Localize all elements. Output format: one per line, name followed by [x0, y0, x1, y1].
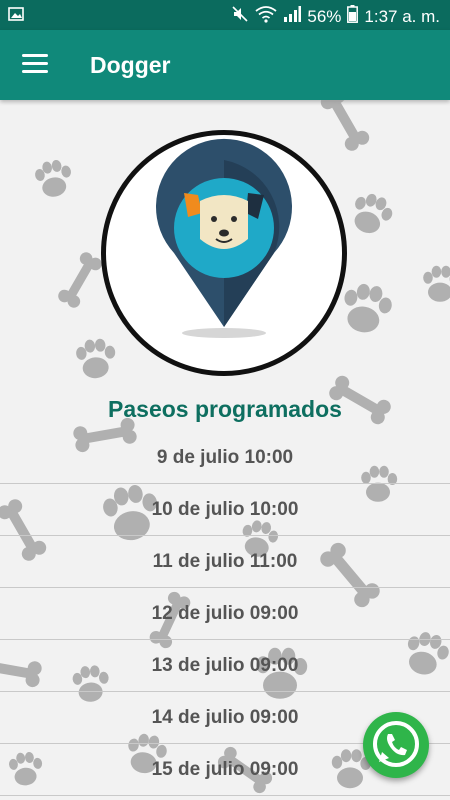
- battery-icon: [347, 5, 359, 28]
- wifi-icon: [255, 5, 277, 28]
- menu-icon[interactable]: [22, 54, 48, 76]
- walk-date: 15 de julio 09:00: [151, 758, 299, 780]
- clock: 1:37 a. m.: [364, 6, 440, 26]
- walk-date: 10 de julio 10:00: [151, 498, 299, 520]
- walk-date: 14 de julio 09:00: [151, 706, 299, 728]
- image-icon: [8, 6, 24, 27]
- scheduled-walks-title: Paseos programados: [108, 396, 342, 422]
- whatsapp-icon: [373, 721, 419, 767]
- mute-icon: [231, 5, 249, 28]
- dog-location-pin-logo: [156, 138, 292, 338]
- battery-percent: 56%: [307, 6, 342, 26]
- walk-list-item[interactable]: 13 de julio 09:00: [0, 640, 450, 692]
- app-bar: Dogger: [0, 30, 450, 100]
- signal-icon: [283, 6, 302, 27]
- status-bar: 56% 1:37 a. m.: [0, 0, 450, 30]
- walk-list-item[interactable]: 9 de julio 10:00: [0, 432, 450, 484]
- walk-list-item[interactable]: 10 de julio 10:00: [0, 484, 450, 536]
- walk-date: 12 de julio 09:00: [151, 602, 299, 624]
- app-title: Dogger: [90, 52, 171, 78]
- walk-list-item[interactable]: 12 de julio 09:00: [0, 588, 450, 640]
- walk-list-item[interactable]: 11 de julio 11:00: [0, 536, 450, 588]
- whatsapp-button[interactable]: [363, 712, 429, 778]
- app-logo: [101, 130, 347, 376]
- walk-date: 13 de julio 09:00: [151, 654, 299, 676]
- walk-date: 9 de julio 10:00: [156, 446, 294, 468]
- walk-date: 11 de julio 11:00: [152, 550, 298, 572]
